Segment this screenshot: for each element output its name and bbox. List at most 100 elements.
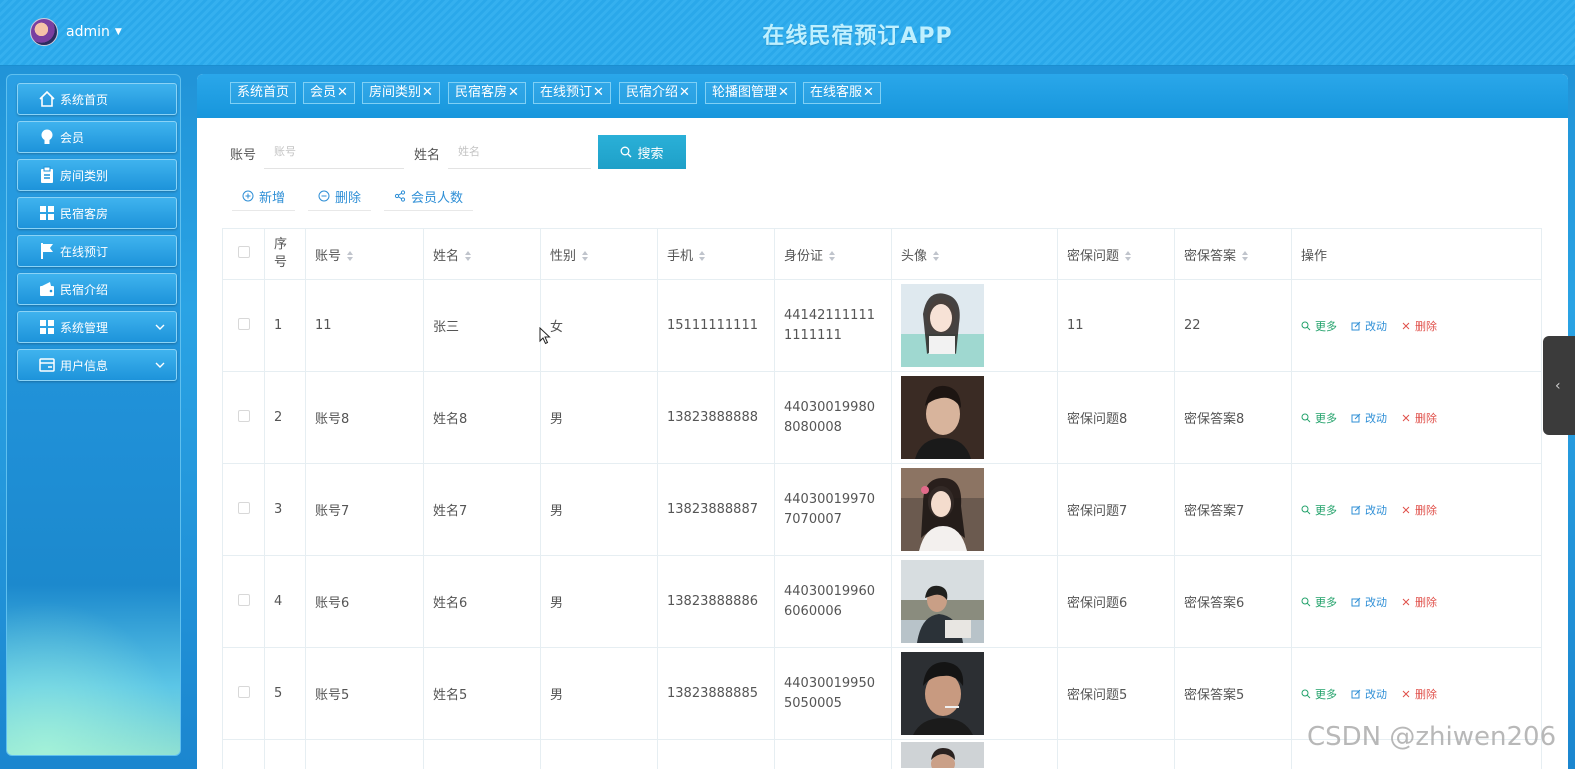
column-header-id-card[interactable]: 身份证	[774, 228, 892, 280]
tab-carousel[interactable]: 轮播图管理✕	[705, 82, 796, 104]
avatar-photo[interactable]	[901, 376, 984, 459]
cell-question: 密保问题8	[1057, 371, 1175, 464]
edit-button[interactable]: 改动	[1351, 410, 1387, 426]
column-header-account[interactable]: 账号	[305, 228, 424, 280]
avatar-photo[interactable]	[901, 560, 984, 643]
column-header-gender[interactable]: 性别	[540, 228, 658, 280]
edit-icon	[1351, 597, 1361, 606]
avatar-photo[interactable]	[901, 468, 984, 551]
tab-label: 在线客服	[810, 85, 863, 100]
cell-answer: 密保答案6	[1174, 555, 1292, 648]
sort-icon[interactable]	[1241, 250, 1249, 262]
sidebar-item-user-info[interactable]: 用户信息	[17, 349, 177, 381]
edit-button[interactable]: 改动	[1351, 594, 1387, 610]
row-checkbox[interactable]	[237, 593, 250, 606]
close-icon[interactable]: ✕	[778, 85, 789, 100]
more-button[interactable]: 更多	[1301, 502, 1337, 518]
avatar-photo[interactable]	[901, 652, 984, 735]
close-icon	[1402, 414, 1410, 421]
tab-intro[interactable]: 民宿介绍✕	[619, 82, 697, 104]
row-checkbox[interactable]	[237, 409, 250, 422]
search-button[interactable]: 搜索	[598, 135, 686, 169]
delete-row-button[interactable]: 删除	[1401, 594, 1437, 610]
column-header-avatar[interactable]: 头像	[891, 228, 1058, 280]
chevron-left-icon[interactable]: ‹	[1555, 378, 1561, 394]
close-icon[interactable]: ✕	[593, 85, 604, 100]
row-checkbox[interactable]	[237, 317, 250, 330]
close-icon[interactable]: ✕	[422, 85, 433, 100]
plus-circle-icon	[242, 190, 254, 202]
sidebar-item-home[interactable]: 系统首页	[17, 83, 177, 115]
sidebar: 系统首页 会员 房间类别 民宿客房 在线预订 民宿介绍 系统管理 用户信息	[6, 74, 181, 756]
sidebar-item-members[interactable]: 会员	[17, 121, 177, 153]
sort-icon[interactable]	[346, 250, 354, 262]
avatar-photo[interactable]	[901, 284, 984, 367]
more-button[interactable]: 更多	[1301, 686, 1337, 702]
delete-row-button[interactable]: 删除	[1401, 686, 1437, 702]
sidebar-item-system-management[interactable]: 系统管理	[17, 311, 177, 343]
avatar-photo[interactable]	[901, 742, 984, 769]
column-header-name[interactable]: 姓名	[423, 228, 541, 280]
chevron-down-icon[interactable]	[154, 321, 166, 336]
sidebar-item-label: 系统首页	[60, 92, 109, 107]
name-search-input[interactable]	[448, 135, 591, 169]
close-icon[interactable]: ✕	[337, 85, 348, 100]
delete-row-button[interactable]: 删除	[1401, 502, 1437, 518]
clipboard-icon	[38, 166, 56, 184]
account-search-input[interactable]	[264, 135, 404, 169]
sort-icon[interactable]	[932, 250, 940, 262]
edit-button[interactable]: 改动	[1351, 318, 1387, 334]
row-checkbox[interactable]	[237, 685, 250, 698]
tab-members[interactable]: 会员✕	[303, 82, 355, 104]
cell-id-card: 440300199505050005	[774, 647, 892, 740]
tab-home[interactable]: 系统首页	[230, 82, 297, 104]
more-button[interactable]: 更多	[1301, 594, 1337, 610]
sidebar-item-intro[interactable]: 民宿介绍	[17, 273, 177, 305]
chevron-down-icon[interactable]	[154, 359, 166, 374]
column-header-phone[interactable]: 手机	[657, 228, 775, 280]
close-icon[interactable]: ✕	[679, 85, 690, 100]
column-header-answer[interactable]: 密保答案	[1174, 228, 1292, 280]
add-button-label: 新增	[259, 190, 286, 206]
row-checkbox[interactable]	[237, 501, 250, 514]
column-header-question[interactable]: 密保问题	[1057, 228, 1175, 280]
cell-avatar	[891, 555, 1058, 648]
drawer-handle[interactable]: ‹	[1543, 336, 1575, 435]
close-icon[interactable]: ✕	[508, 85, 519, 100]
select-all-checkbox[interactable]	[237, 246, 250, 258]
close-icon[interactable]: ✕	[863, 85, 874, 100]
add-button[interactable]: 新增	[232, 182, 296, 211]
more-button[interactable]: 更多	[1301, 318, 1337, 334]
app-title: 在线民宿预订APP	[762, 24, 953, 49]
tab-label: 系统首页	[237, 85, 290, 100]
tab-customer-service[interactable]: 在线客服✕	[803, 82, 881, 104]
sort-icon[interactable]	[464, 250, 472, 262]
cell-index: 4	[264, 555, 306, 648]
sidebar-item-booking[interactable]: 在线预订	[17, 235, 177, 267]
delete-button[interactable]: 删除	[308, 182, 372, 211]
edit-button[interactable]: 改动	[1351, 686, 1387, 702]
sort-icon[interactable]	[581, 250, 589, 262]
search-icon	[621, 146, 632, 158]
sort-icon[interactable]	[698, 250, 706, 262]
tab-room-types[interactable]: 房间类别✕	[362, 82, 440, 104]
sort-icon[interactable]	[1124, 250, 1132, 262]
tab-label: 房间类别	[369, 85, 422, 100]
tab-booking[interactable]: 在线预订✕	[533, 82, 611, 104]
cell-question: 密保问题7	[1057, 463, 1175, 556]
edit-button[interactable]: 改动	[1351, 502, 1387, 518]
delete-row-button[interactable]: 删除	[1401, 410, 1437, 426]
more-button[interactable]: 更多	[1301, 410, 1337, 426]
share-icon	[394, 190, 406, 202]
member-count-button[interactable]: 会员人数	[384, 182, 474, 211]
tab-rooms[interactable]: 民宿客房✕	[448, 82, 526, 104]
bulb-icon	[38, 128, 56, 146]
sidebar-item-room-types[interactable]: 房间类别	[17, 159, 177, 191]
cell-question: 密保问题5	[1057, 647, 1175, 740]
cell-answer: 密保答案5	[1174, 647, 1292, 740]
close-icon	[1402, 598, 1410, 605]
sidebar-item-label: 民宿介绍	[60, 282, 109, 297]
delete-row-button[interactable]: 删除	[1401, 318, 1437, 334]
sidebar-item-rooms[interactable]: 民宿客房	[17, 197, 177, 229]
sort-icon[interactable]	[828, 250, 836, 262]
